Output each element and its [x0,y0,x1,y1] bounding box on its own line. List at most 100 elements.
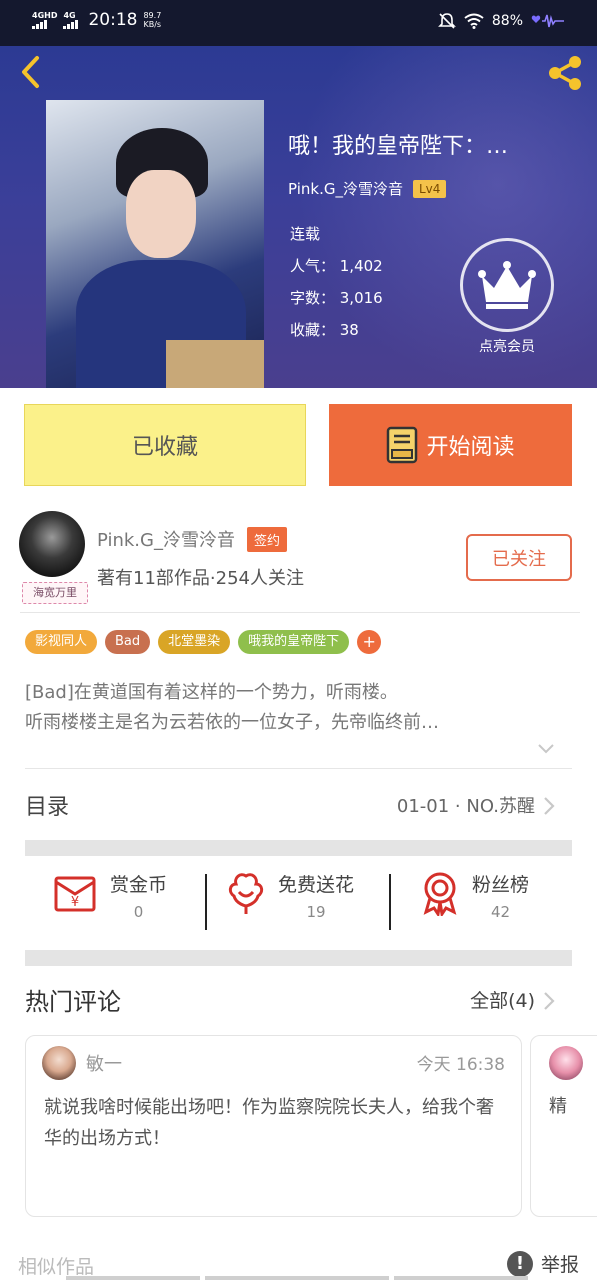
commenter-avatar[interactable] [549,1046,583,1080]
author-name-row: Pink.G_泠雪泠音 签约 [97,526,287,552]
speed-unit: KB/s [143,20,162,29]
flower-icon [228,873,264,914]
book-status: 连载 [290,225,321,243]
report-button[interactable]: ! 举报 [506,1250,579,1277]
similar-item-placeholder [394,1276,528,1280]
network-speed: 89.7 KB/s [143,11,161,29]
add-tag-button[interactable]: + [357,630,382,654]
divider [25,768,572,769]
cover-figure-face [126,170,196,258]
author-avatar[interactable] [19,511,85,577]
description-line: 听雨楼楼主是名为云若依的一位女子，先帝临终前… [25,712,439,733]
commenter-avatar[interactable] [42,1046,76,1080]
signal-1: 4GHD [32,11,57,29]
book-icon [387,426,418,464]
level-badge: Lv4 [412,179,447,198]
back-icon[interactable] [14,54,50,90]
reward-text: 免费送花 19 [278,870,354,921]
crown-icon [478,261,536,309]
report-label: 举报 [540,1254,579,1276]
status-bar-left: 4GHD 4G 20:18 89.7 KB/s [32,10,161,30]
book-popularity: 人气： 1,402 [290,257,383,275]
reward-flowers[interactable]: 免费送花 19 [226,870,354,921]
vip-button[interactable]: 点亮会员 [460,238,554,356]
signed-badge: 签约 [246,526,287,552]
chevron-right-icon[interactable] [542,795,556,817]
tag-item[interactable]: 北堂墨染 [158,630,231,654]
divider [20,612,580,613]
section-divider [25,950,572,966]
tag-list: 影视同人 Bad 北堂墨染 哦我的皇帝陛下 + [25,630,382,654]
reward-coins[interactable]: ¥ 赏金币 0 [52,870,167,921]
vip-label: 点亮会员 [479,339,535,355]
signal-bars-icon [32,20,57,29]
tag-item[interactable]: 哦我的皇帝陛下 [238,630,350,654]
comment-time: 今天 16:38 [416,1055,505,1075]
reward-label: 赏金币 [110,874,168,896]
mute-bell-icon [437,13,456,29]
reward-label: 粉丝榜 [472,874,530,896]
crown-icon-circle [460,238,554,332]
similar-works-label: 相似作品 [18,1256,95,1278]
section-divider [25,840,572,856]
speed-value: 89.7 [143,11,162,20]
clock: 20:18 [88,10,138,30]
status-bar-right: 88% [437,12,565,30]
battery-level: 88% [491,13,523,29]
reward-text: 赏金币 0 [110,870,167,921]
wifi-icon [464,13,484,29]
status-bar: 4GHD 4G 20:18 89.7 KB/s 88% [0,0,597,46]
svg-text:¥: ¥ [71,895,79,910]
book-author-line: Pink.G_泠雪泠音 Lv4 [288,178,447,199]
description-line: [Bad]在黄道国有着这样的一个势力，听雨楼。 [25,682,398,703]
chevron-down-icon[interactable] [536,742,556,756]
network-type-1: 4GHD [32,11,58,20]
reward-label: 免费送花 [278,874,355,896]
author-name[interactable]: Pink.G_泠雪泠音 [97,526,235,552]
cover-go-board [166,340,264,388]
reward-count: 0 [133,903,144,921]
red-envelope-icon: ¥ [54,876,96,912]
similar-item-placeholder [66,1276,200,1280]
vertical-divider [389,874,391,930]
chevron-right-icon[interactable] [542,990,556,1012]
avatar-frame-tag: 海宽万里 [22,582,88,604]
network-type-2: 4G [63,11,76,20]
heart-wave-icon [531,14,564,28]
collected-button[interactable]: 已收藏 [24,404,306,486]
reward-count: 19 [306,903,326,921]
book-meta: 连载 人气： 1,402 字数： 3,016 收藏： 38 [290,218,383,346]
vertical-divider [205,874,207,930]
tag-item[interactable]: 影视同人 [25,630,98,654]
catalog-label[interactable]: 目录 [25,789,69,821]
tag-item[interactable]: Bad [105,630,151,654]
signal-bars-icon [63,20,79,29]
start-reading-label: 开始阅读 [426,435,515,460]
reward-fans[interactable]: 粉丝榜 42 [420,870,529,921]
commenter-name[interactable]: 敏一 [86,1050,122,1076]
reward-text: 粉丝榜 42 [472,870,529,921]
comment-card[interactable]: 敏一 今天 16:38 就说我啥时候能出场吧！作为监察院院长夫人，给我个奢华的出… [25,1035,522,1217]
signal-2: 4G [63,11,79,29]
book-author[interactable]: Pink.G_泠雪泠音 [288,178,403,199]
book-title: 哦！我的皇帝陛下：… [288,134,509,159]
reward-count: 42 [490,903,511,921]
all-comments-link[interactable]: 全部(4) [470,986,535,1013]
comment-card[interactable]: 精 [530,1035,597,1217]
book-header: 哦！我的皇帝陛下：… Pink.G_泠雪泠音 Lv4 连载 人气： 1,402 … [0,46,597,388]
book-cover[interactable] [46,100,264,388]
author-stats: 著有11部作品·254人关注 [97,568,304,589]
book-favorites: 收藏： 38 [290,321,359,339]
start-reading-button[interactable]: 开始阅读 [329,404,572,486]
similar-item-placeholder [205,1276,389,1280]
comment-text: 精 [549,1096,567,1117]
book-description[interactable]: [Bad]在黄道国有着这样的一个势力，听雨楼。 听雨楼楼主是名为云若依的一位女子… [25,678,565,738]
book-word-count: 字数： 3,016 [290,289,383,307]
alert-icon: ! [506,1250,533,1277]
hot-comments-title: 热门评论 [25,988,121,1016]
catalog-latest-chapter[interactable]: 01-01 · NO.苏醒 [397,792,535,818]
share-icon[interactable] [543,51,587,95]
follow-button[interactable]: 已关注 [466,534,572,581]
medal-icon [423,872,457,916]
comment-text: 就说我啥时候能出场吧！作为监察院院长夫人，给我个奢华的出场方式！ [44,1097,494,1149]
